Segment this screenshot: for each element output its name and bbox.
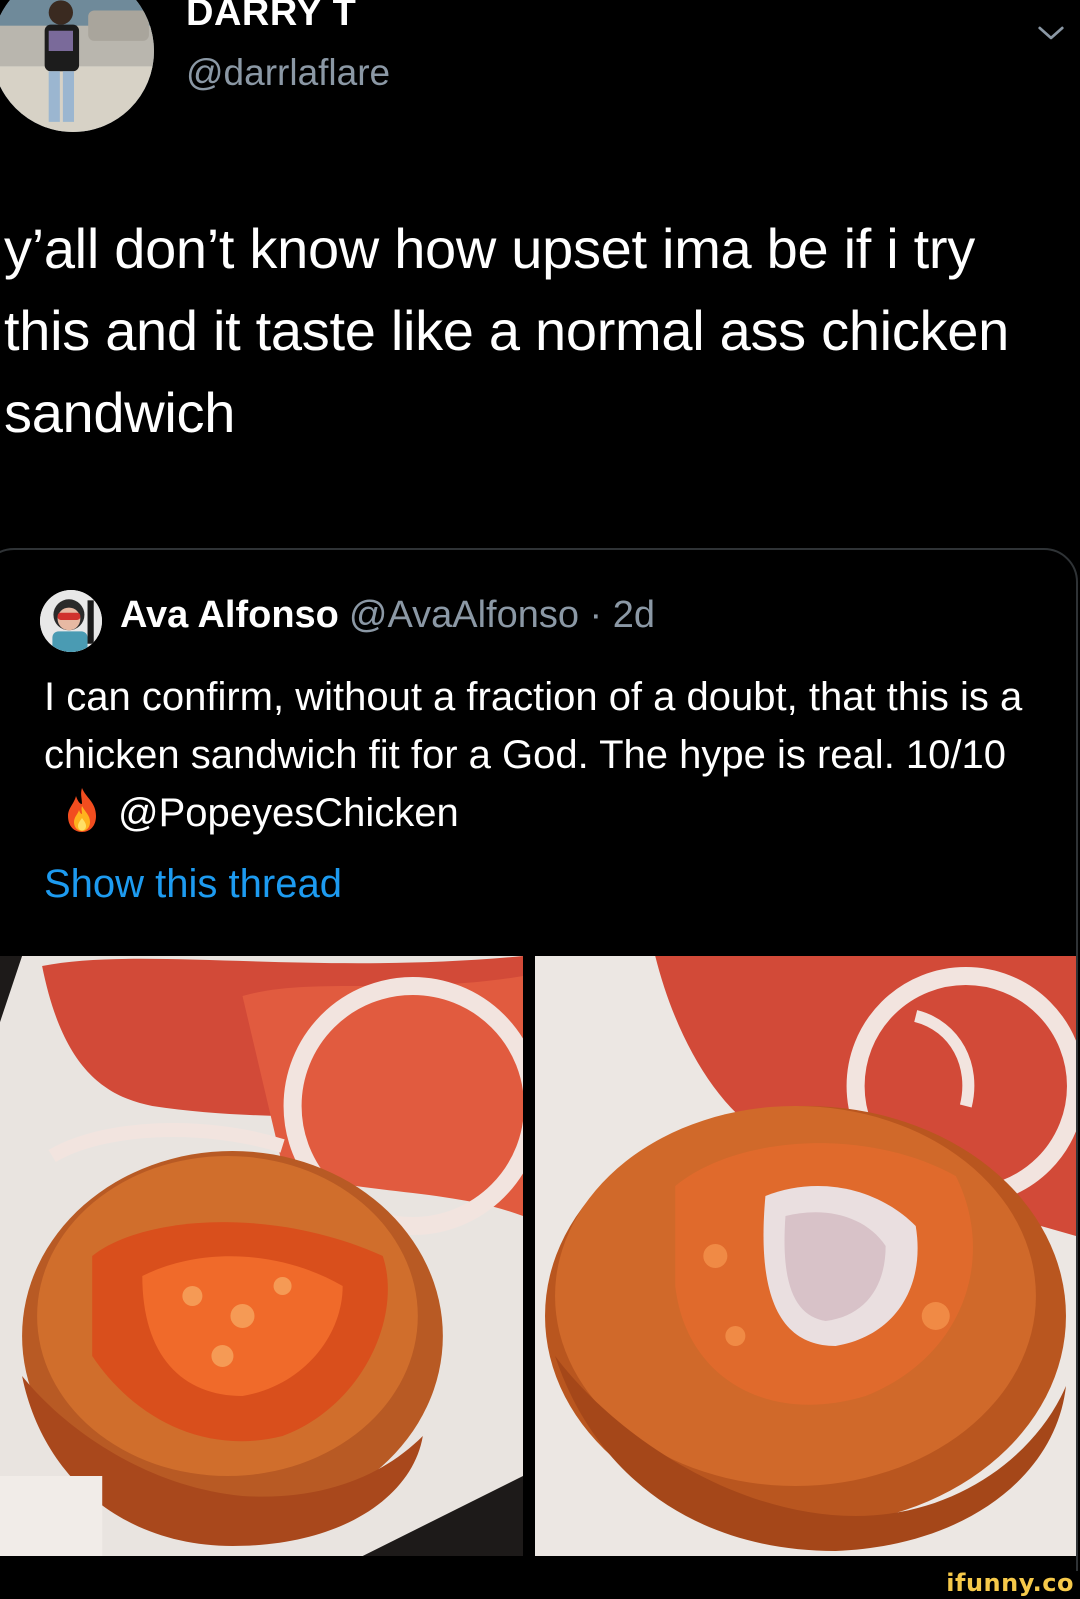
tweet-text: y’all don’t know how upset ima be if i t… (4, 217, 1009, 444)
photo-2[interactable] (535, 956, 1076, 1556)
quoted-avatar[interactable] (40, 590, 102, 652)
photo-grid (0, 956, 1076, 1556)
author-name[interactable]: DARRY T (186, 0, 356, 35)
ifunny-watermark: ifunny.co (946, 1569, 1074, 1597)
tweet-screenshot: DARRY T @darrlaflare y’all don’t know ho… (0, 0, 1080, 1599)
quoted-author-name[interactable]: Ava Alfonso (120, 594, 339, 636)
fire-icon (60, 786, 104, 834)
quoted-avatar-photo (40, 590, 102, 652)
quoted-author-handle[interactable]: @AvaAlfonso · 2d (349, 594, 655, 636)
mention-link[interactable]: @PopeyesChicken (118, 791, 459, 835)
show-thread-link[interactable]: Show this thread (44, 862, 342, 907)
watermark-bar (0, 1571, 1080, 1599)
quoted-tweet-card[interactable]: Ava Alfonso @AvaAlfonso · 2d I can confir… (0, 548, 1078, 1599)
quoted-header: Ava Alfonso @AvaAlfonso · 2d (120, 594, 655, 637)
quoted-tweet-text: I can confirm, without a fraction of a d… (44, 668, 1044, 842)
quoted-text-body: I can confirm, without a fraction of a d… (44, 675, 1023, 777)
avatar[interactable] (0, 0, 154, 132)
photo-1[interactable] (0, 956, 523, 1556)
avatar-photo (0, 0, 154, 132)
chevron-down-icon[interactable] (1036, 18, 1066, 48)
author-handle[interactable]: @darrlaflare (186, 52, 390, 94)
